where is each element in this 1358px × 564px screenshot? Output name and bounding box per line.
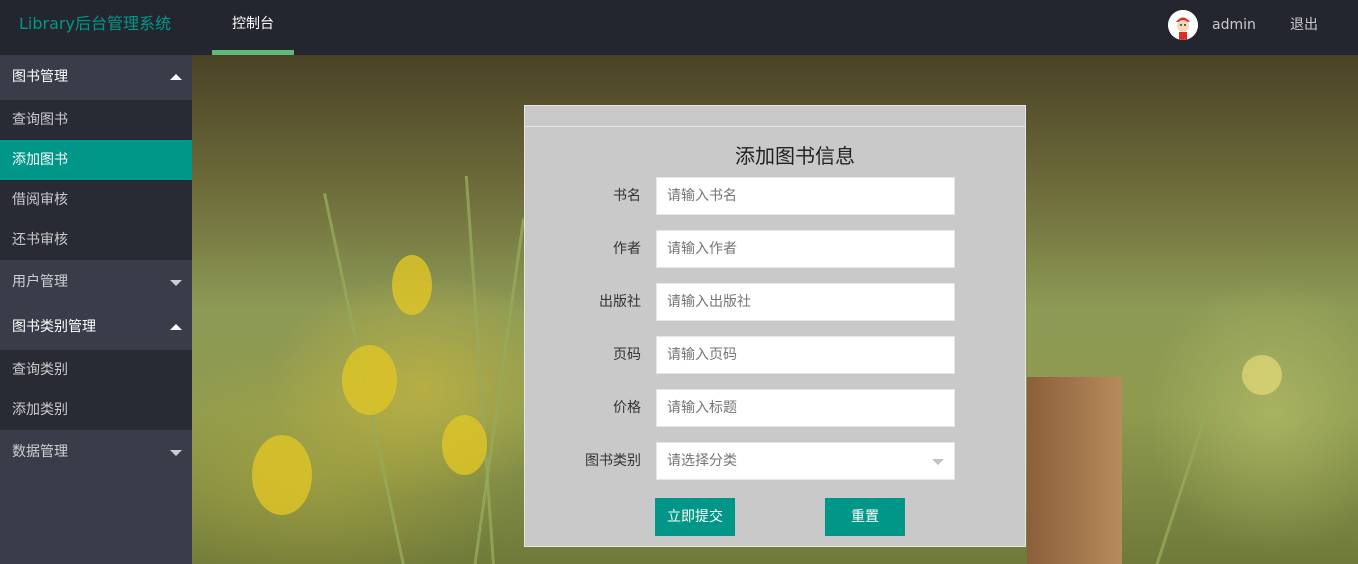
background-flower — [252, 435, 312, 515]
sidebar-item-return-review[interactable]: 还书审核 — [0, 220, 192, 260]
field-label: 图书类别 — [585, 453, 641, 469]
caret-down-icon — [170, 280, 182, 286]
sidebar-group-data[interactable]: 数据管理 — [0, 430, 192, 475]
add-book-form: 添加图书信息 书名 作者 出版社 页码 价格 图书类别 请选择分类 立即提交 重… — [524, 105, 1026, 547]
background-flower — [1242, 355, 1282, 395]
caret-up-icon — [170, 324, 182, 330]
category-select[interactable]: 请选择分类 — [656, 442, 955, 480]
price-input[interactable] — [656, 389, 955, 427]
field-row-category: 图书类别 请选择分类 — [525, 442, 1025, 480]
avatar[interactable] — [1168, 10, 1198, 40]
username[interactable]: admin — [1212, 0, 1256, 50]
sidebar-group-label: 图书管理 — [12, 69, 68, 85]
sidebar-submenu-books: 查询图书 添加图书 借阅审核 还书审核 — [0, 100, 192, 260]
field-row-pages: 页码 — [525, 336, 1025, 374]
user-avatar-icon — [1168, 10, 1198, 40]
top-header: Library后台管理系统 控制台 admin 退出 — [0, 0, 1358, 55]
sidebar-group-categories[interactable]: 图书类别管理 — [0, 305, 192, 350]
pages-input[interactable] — [656, 336, 955, 374]
field-label: 页码 — [613, 347, 641, 363]
caret-up-icon — [170, 74, 182, 80]
background-book — [1027, 377, 1122, 564]
book-name-input[interactable] — [656, 177, 955, 215]
background-flower — [342, 345, 397, 415]
sidebar-item-query-categories[interactable]: 查询类别 — [0, 350, 192, 390]
sidebar-group-books[interactable]: 图书管理 — [0, 55, 192, 100]
form-header-bar — [525, 106, 1025, 127]
sidebar-group-label: 数据管理 — [12, 444, 68, 460]
chevron-down-icon — [932, 459, 944, 465]
field-row-price: 价格 — [525, 389, 1025, 427]
form-title: 添加图书信息 — [735, 144, 855, 168]
category-select-placeholder: 请选择分类 — [667, 453, 737, 469]
sidebar-item-query-books[interactable]: 查询图书 — [0, 100, 192, 140]
field-label: 书名 — [613, 188, 641, 204]
sidebar-item-add-book[interactable]: 添加图书 — [0, 140, 192, 180]
background-flower — [442, 415, 487, 475]
sidebar-group-label: 图书类别管理 — [12, 319, 96, 335]
field-label: 作者 — [613, 241, 641, 257]
sidebar-item-add-category[interactable]: 添加类别 — [0, 390, 192, 430]
caret-down-icon — [170, 450, 182, 456]
tab-console[interactable]: 控制台 — [212, 0, 294, 55]
sidebar: 图书管理 查询图书 添加图书 借阅审核 还书审核 用户管理 图书类别管理 查询类… — [0, 55, 192, 564]
background-grass-blade — [464, 175, 495, 564]
sidebar-group-label: 用户管理 — [12, 274, 68, 290]
field-row-title: 书名 — [525, 177, 1025, 215]
field-row-author: 作者 — [525, 230, 1025, 268]
background-grass-blade — [1152, 365, 1223, 564]
sidebar-item-borrow-review[interactable]: 借阅审核 — [0, 180, 192, 220]
field-label: 价格 — [613, 400, 641, 416]
publisher-input[interactable] — [656, 283, 955, 321]
field-label: 出版社 — [599, 294, 641, 310]
app-logo[interactable]: Library后台管理系统 — [19, 0, 171, 48]
sidebar-submenu-categories: 查询类别 添加类别 — [0, 350, 192, 430]
field-row-publisher: 出版社 — [525, 283, 1025, 321]
tab-console-label: 控制台 — [232, 16, 274, 32]
logout-link[interactable]: 退出 — [1290, 0, 1318, 50]
reset-button[interactable]: 重置 — [825, 498, 905, 536]
author-input[interactable] — [656, 230, 955, 268]
background-flower — [392, 255, 432, 315]
submit-button[interactable]: 立即提交 — [655, 498, 735, 536]
sidebar-group-users[interactable]: 用户管理 — [0, 260, 192, 305]
